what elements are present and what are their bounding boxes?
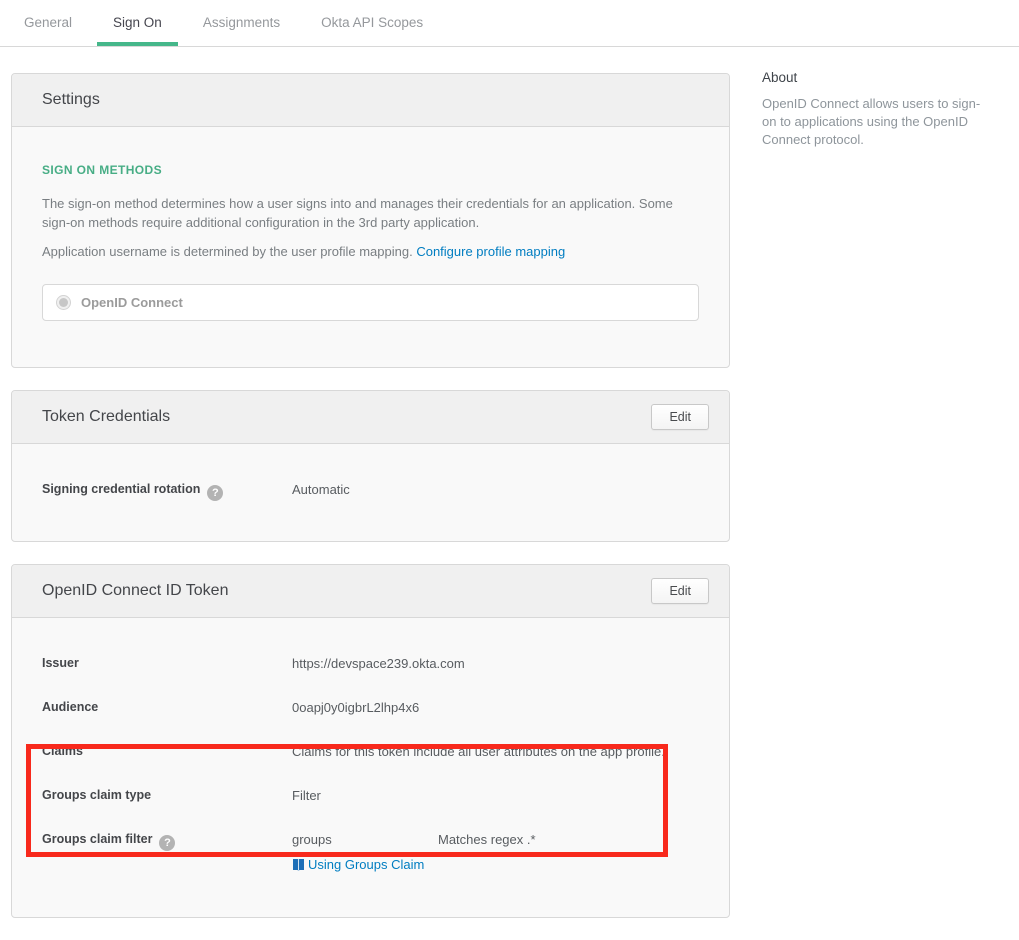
groups-claim-filter-label-text: Groups claim filter	[42, 832, 152, 846]
groups-claim-type-value: Filter	[292, 787, 699, 804]
signing-credential-rotation-value: Automatic	[292, 481, 438, 498]
groups-claim-filter-value-cell: groups Using Groups Claim	[292, 831, 438, 877]
groups-claim-type-label: Groups claim type	[42, 787, 292, 804]
main-content: Settings SIGN ON METHODS The sign-on met…	[11, 73, 730, 940]
id-token-header: OpenID Connect ID Token Edit	[12, 565, 729, 618]
configure-profile-mapping-link[interactable]: Configure profile mapping	[416, 244, 565, 259]
using-groups-claim-link[interactable]: Using Groups Claim	[292, 857, 424, 872]
signing-credential-rotation-label: Signing credential rotation?	[42, 481, 292, 501]
id-token-panel: OpenID Connect ID Token Edit Issuer http…	[11, 564, 730, 918]
help-icon[interactable]: ?	[159, 835, 175, 851]
openid-connect-radio[interactable]	[56, 295, 71, 310]
audience-label: Audience	[42, 699, 292, 716]
username-mapping-note: Application username is determined by th…	[42, 242, 699, 261]
settings-panel-body: SIGN ON METHODS The sign-on method deter…	[12, 127, 729, 367]
signing-credential-rotation-row: Signing credential rotation? Automatic	[42, 481, 699, 501]
using-groups-claim-link-text: Using Groups Claim	[308, 857, 424, 872]
groups-claim-filter-regex: Matches regex .*	[438, 831, 699, 848]
settings-panel-header: Settings	[12, 74, 729, 127]
claims-value: Claims for this token include all user a…	[292, 743, 699, 760]
settings-panel: Settings SIGN ON METHODS The sign-on met…	[11, 73, 730, 368]
id-token-title: OpenID Connect ID Token	[42, 582, 228, 600]
help-icon[interactable]: ?	[207, 485, 223, 501]
book-icon	[292, 858, 305, 872]
id-token-body: Issuer https://devspace239.okta.com Audi…	[12, 618, 729, 917]
signing-credential-rotation-label-text: Signing credential rotation	[42, 482, 200, 496]
tab-okta-api-scopes[interactable]: Okta API Scopes	[321, 0, 423, 46]
token-credentials-header: Token Credentials Edit	[12, 391, 729, 444]
sign-on-methods-heading: SIGN ON METHODS	[42, 163, 699, 177]
openid-connect-radio-label: OpenID Connect	[81, 295, 183, 310]
sign-on-method-option[interactable]: OpenID Connect	[42, 284, 699, 321]
about-title: About	[762, 70, 994, 85]
token-credentials-title: Token Credentials	[42, 408, 170, 426]
groups-claim-filter-row: Groups claim filter? groups Using Groups…	[42, 831, 699, 877]
groups-claim-filter-value: groups	[292, 831, 438, 848]
audience-row: Audience 0oapj0y0igbrL2lhp4x6	[42, 699, 699, 716]
sign-on-method-description: The sign-on method determines how a user…	[42, 194, 699, 232]
issuer-value: https://devspace239.okta.com	[292, 655, 699, 672]
tab-sign-on[interactable]: Sign On	[113, 0, 162, 46]
about-text: OpenID Connect allows users to sign-on t…	[762, 95, 994, 149]
settings-panel-title: Settings	[42, 91, 100, 109]
id-token-edit-button[interactable]: Edit	[651, 578, 709, 604]
issuer-row: Issuer https://devspace239.okta.com	[42, 655, 699, 672]
groups-claim-filter-label: Groups claim filter?	[42, 831, 292, 851]
audience-value: 0oapj0y0igbrL2lhp4x6	[292, 699, 699, 716]
token-credentials-body: Signing credential rotation? Automatic	[12, 444, 729, 541]
token-credentials-edit-button[interactable]: Edit	[651, 404, 709, 430]
username-mapping-text: Application username is determined by th…	[42, 244, 416, 259]
tab-assignments[interactable]: Assignments	[203, 0, 280, 46]
claims-label: Claims	[42, 743, 292, 760]
app-tab-bar: General Sign On Assignments Okta API Sco…	[0, 0, 1019, 47]
groups-claim-type-row: Groups claim type Filter	[42, 787, 699, 804]
tab-general[interactable]: General	[24, 0, 72, 46]
claims-row: Claims Claims for this token include all…	[42, 743, 699, 760]
issuer-label: Issuer	[42, 655, 292, 672]
about-sidebar: About OpenID Connect allows users to sig…	[762, 70, 994, 149]
token-credentials-panel: Token Credentials Edit Signing credentia…	[11, 390, 730, 542]
